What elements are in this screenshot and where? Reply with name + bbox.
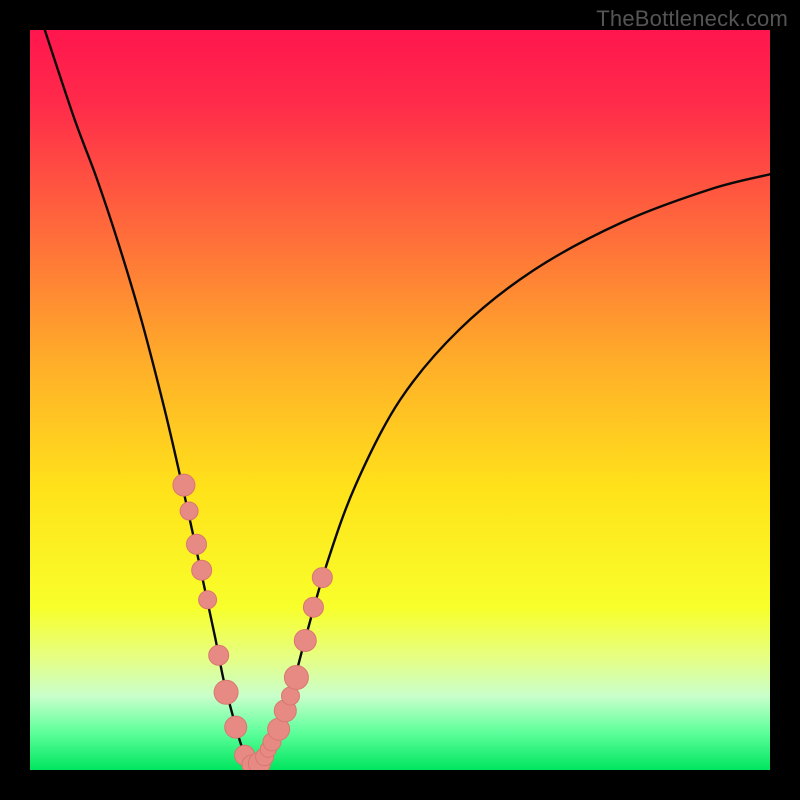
marker-point bbox=[199, 591, 217, 609]
marker-point bbox=[312, 568, 332, 588]
marker-point bbox=[225, 716, 247, 738]
marker-point bbox=[294, 630, 316, 652]
marker-point bbox=[173, 474, 195, 496]
marker-point bbox=[192, 560, 212, 580]
bottleneck-curve bbox=[45, 30, 770, 766]
marker-point bbox=[187, 534, 207, 554]
watermark-text: TheBottleneck.com bbox=[596, 6, 788, 32]
marker-point bbox=[284, 666, 308, 690]
plot-area bbox=[30, 30, 770, 770]
marker-point bbox=[303, 597, 323, 617]
marker-point bbox=[180, 502, 198, 520]
marker-point bbox=[209, 645, 229, 665]
marker-cluster bbox=[173, 474, 332, 770]
chart-frame: TheBottleneck.com bbox=[0, 0, 800, 800]
chart-overlay bbox=[30, 30, 770, 770]
marker-point bbox=[214, 680, 238, 704]
